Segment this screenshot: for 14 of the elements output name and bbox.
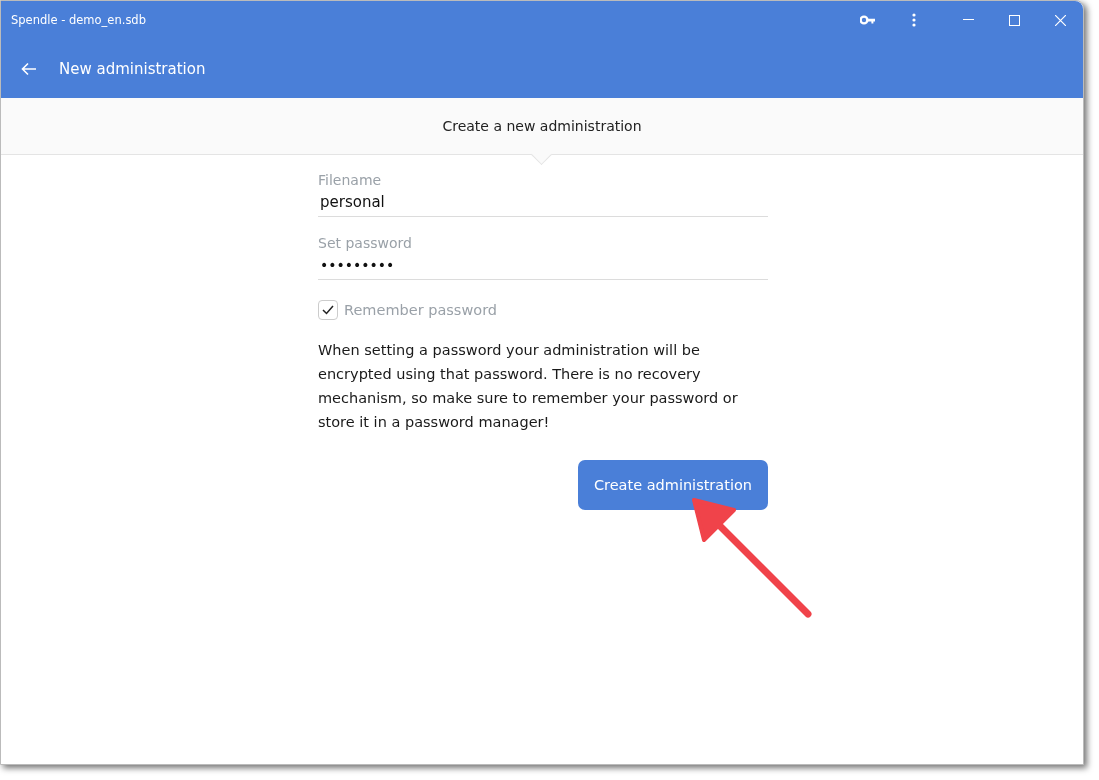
field-value: personal	[319, 192, 386, 212]
field-label: Filename	[318, 172, 383, 188]
section-title: Create a new administration	[442, 118, 642, 134]
text-field[interactable]: Filename personal	[318, 172, 768, 217]
info-text: When setting a password your administration will be encrypted using that password. There is no recovery mechanism, so make sure to remember your password or store it in a password manager!	[318, 341, 739, 432]
checkbox-label: Remember password	[344, 302, 498, 318]
field-label: Set password	[318, 235, 413, 251]
password-field[interactable]: Set password •••••••••	[318, 235, 768, 280]
window-title: Spendle - demo_en.sdb	[11, 13, 147, 27]
checkbox[interactable]	[318, 300, 338, 320]
check-icon	[322, 305, 334, 315]
create-button[interactable]: Create administration	[577, 460, 768, 510]
field-value: •••••••••	[319, 256, 396, 275]
page-title: New administration	[59, 59, 206, 78]
